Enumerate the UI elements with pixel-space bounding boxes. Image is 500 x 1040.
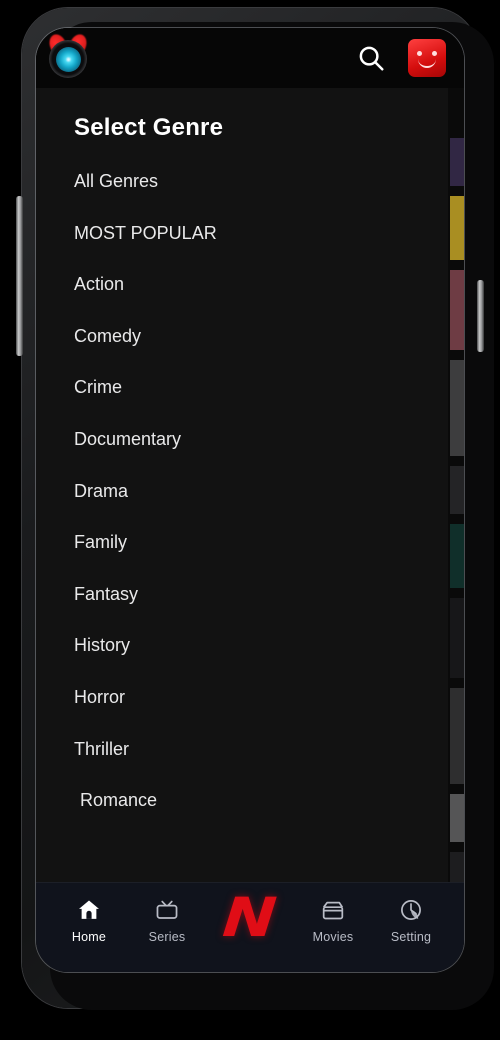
top-bar: [36, 28, 464, 88]
genre-list-item[interactable]: Horror: [36, 672, 448, 724]
background-poster-column-right: [450, 138, 464, 972]
nav-item-home[interactable]: Home: [54, 897, 124, 944]
genre-list-item[interactable]: Drama: [36, 466, 448, 518]
background-poster: [450, 138, 464, 186]
nav-item-movies[interactable]: Movies: [298, 897, 368, 944]
genre-list: All Genres MOST POPULAR Action Comedy Crime D…: [36, 142, 448, 827]
top-bar-actions: [356, 39, 446, 77]
phone-screen: Select Genre All Genres MOST POPULAR Actio…: [36, 28, 464, 972]
genre-list-item[interactable]: MOST POPULAR: [36, 208, 448, 260]
background-poster: [450, 794, 464, 842]
brand-logo-button[interactable]: N: [210, 886, 290, 949]
avatar-mouth: [418, 58, 436, 68]
background-poster: [450, 360, 464, 456]
app-logo-disc: [49, 40, 87, 78]
genre-list-item[interactable]: All Genres: [36, 156, 448, 208]
genre-list-item[interactable]: Comedy: [36, 311, 448, 363]
background-poster: [450, 598, 464, 678]
background-poster: [450, 270, 464, 350]
clapper-icon: [320, 897, 346, 923]
genre-list-item[interactable]: Fantasy: [36, 569, 448, 621]
home-icon: [76, 897, 102, 923]
clock-icon: [398, 897, 424, 923]
phone-power-button[interactable]: [477, 280, 484, 352]
genre-list-item[interactable]: Family: [36, 517, 448, 569]
genre-panel-title: Select Genre: [74, 114, 224, 141]
nav-item-setting[interactable]: Setting: [376, 897, 446, 944]
nav-item-series[interactable]: Series: [132, 897, 202, 944]
genre-list-item[interactable]: Thriller: [36, 724, 448, 776]
genre-list-item[interactable]: History: [36, 620, 448, 672]
brand-logo-n: N: [220, 886, 280, 949]
genre-list-item[interactable]: Action: [36, 259, 448, 311]
background-poster: [450, 524, 464, 588]
nav-label-setting: Setting: [390, 930, 432, 944]
genre-list-item[interactable]: Crime: [36, 362, 448, 414]
app-logo-lens: [55, 46, 81, 72]
bottom-navigation-bar: Home Series N Movies Setting: [36, 882, 464, 972]
avatar-eye-left: [417, 51, 422, 56]
select-genre-dropdown-panel: Select Genre All Genres MOST POPULAR Actio…: [36, 88, 448, 912]
genre-list-item[interactable]: Romance: [36, 775, 448, 827]
phone-volume-button[interactable]: [16, 196, 23, 356]
background-poster: [450, 688, 464, 784]
nav-label-series: Series: [148, 930, 186, 944]
search-icon[interactable]: [356, 43, 386, 73]
nav-label-home: Home: [71, 930, 107, 944]
tv-icon: [154, 897, 180, 923]
profile-avatar-smiley-icon[interactable]: [408, 39, 446, 77]
avatar-eye-right: [432, 51, 437, 56]
nav-label-movies: Movies: [312, 930, 354, 944]
genre-list-item[interactable]: Documentary: [36, 414, 448, 466]
app-logo-eye-icon[interactable]: [42, 31, 94, 84]
background-poster: [450, 466, 464, 514]
background-poster: [450, 196, 464, 260]
